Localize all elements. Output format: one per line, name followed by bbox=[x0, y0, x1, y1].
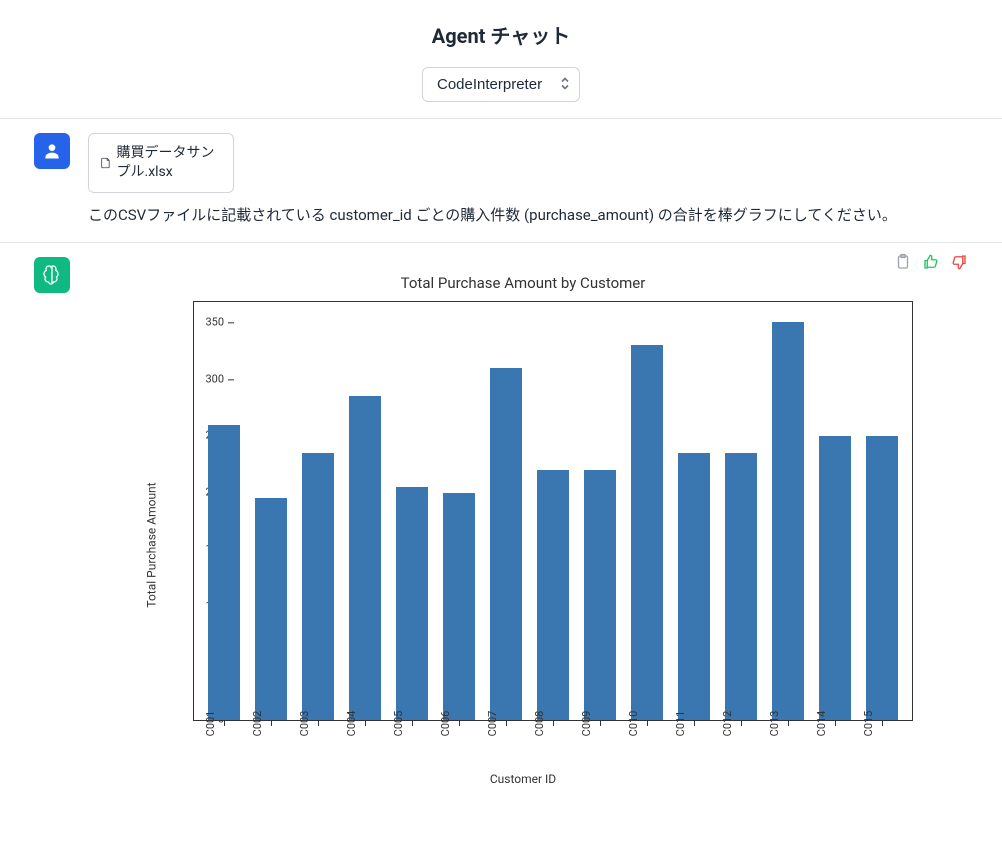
chart-bar-slot: C013 bbox=[765, 302, 812, 720]
chart-bar bbox=[255, 498, 287, 719]
chart-bar bbox=[772, 322, 804, 719]
chart-bar-slot: C014 bbox=[812, 302, 859, 720]
chart-xtick-label: C009 bbox=[578, 711, 597, 737]
file-name: 購買データサンプル.xlsx bbox=[117, 144, 221, 182]
chart-xtick-mark bbox=[459, 720, 460, 726]
chart-xtick-mark bbox=[412, 720, 413, 726]
chart-xtick-label: C012 bbox=[719, 711, 738, 737]
chart-bar bbox=[537, 470, 569, 720]
chart-bar-slot: C010 bbox=[624, 302, 671, 720]
chart-xtick-label: C005 bbox=[390, 711, 409, 737]
chart-bar-slot: C007 bbox=[482, 302, 529, 720]
message-actions bbox=[894, 253, 968, 271]
user-message-text: このCSVファイルに記載されている customer_id ごとの購入件数 (p… bbox=[88, 203, 968, 229]
chart-bar-slot: C006 bbox=[435, 302, 482, 720]
chart-xtick-mark bbox=[788, 720, 789, 726]
chart-bars: C001C002C003C004C005C006C007C008C009C010… bbox=[194, 302, 912, 720]
thumbs-up-button[interactable] bbox=[922, 253, 940, 271]
chart-bar-slot: C011 bbox=[671, 302, 718, 720]
chart-xtick-label: C001 bbox=[201, 711, 220, 737]
chart-xtick-mark bbox=[553, 720, 554, 726]
brain-icon bbox=[40, 263, 64, 287]
chart-axes: 050100150200250300350 C001C002C003C004C0… bbox=[193, 301, 913, 721]
chart-bar bbox=[678, 453, 710, 720]
chart-bar bbox=[819, 436, 851, 720]
copy-button[interactable] bbox=[894, 253, 912, 271]
chart-xtick-label: C015 bbox=[860, 711, 879, 737]
chart-xtick-mark bbox=[835, 720, 836, 726]
chart-bar-slot: C009 bbox=[577, 302, 624, 720]
chart-bar bbox=[443, 493, 475, 720]
file-icon bbox=[101, 155, 111, 171]
chart-xtick-mark bbox=[600, 720, 601, 726]
chart-bar bbox=[396, 487, 428, 720]
chart-bar-slot: C003 bbox=[294, 302, 341, 720]
chart-xtick-mark bbox=[694, 720, 695, 726]
chart-xtick-mark bbox=[882, 720, 883, 726]
chart-xtick-label: C006 bbox=[437, 711, 456, 737]
user-icon bbox=[42, 141, 62, 161]
agent-message-content: Total Purchase Amount by Customer Total … bbox=[88, 257, 968, 813]
user-message-content: 購買データサンプル.xlsx このCSVファイルに記載されている custome… bbox=[88, 133, 968, 228]
chart-bar-slot: C001 bbox=[200, 302, 247, 720]
chart-xtick-label: C004 bbox=[343, 711, 362, 737]
chart-bar bbox=[208, 425, 240, 720]
thumbs-down-button[interactable] bbox=[950, 253, 968, 271]
chart-xtick-label: C011 bbox=[672, 711, 691, 737]
chart-xtick-label: C010 bbox=[625, 711, 644, 737]
chart-bar-slot: C008 bbox=[529, 302, 576, 720]
chart-frame: Total Purchase Amount 050100150200250300… bbox=[133, 301, 913, 789]
chart-xtick-label: C008 bbox=[531, 711, 550, 737]
thumbs-up-icon bbox=[922, 253, 940, 271]
chart-bar-slot: C005 bbox=[388, 302, 435, 720]
chart-bar bbox=[490, 368, 522, 720]
chart-xtick-label: C014 bbox=[813, 711, 832, 737]
chart-xtick-mark bbox=[224, 720, 225, 726]
file-attachment[interactable]: 購買データサンプル.xlsx bbox=[88, 133, 234, 193]
chart-xtick-mark bbox=[365, 720, 366, 726]
chart-bar bbox=[725, 453, 757, 720]
agent-avatar bbox=[34, 257, 70, 293]
chart-xtick-mark bbox=[506, 720, 507, 726]
chart-bar-slot: C015 bbox=[859, 302, 906, 720]
chart-xtick-label: C002 bbox=[248, 711, 267, 737]
chart-xtick-label: C003 bbox=[295, 711, 314, 737]
header: Agent チャット CodeInterpreter bbox=[0, 0, 1002, 118]
agent-message-row: Total Purchase Amount by Customer Total … bbox=[0, 242, 1002, 837]
chart-title: Total Purchase Amount by Customer bbox=[98, 265, 948, 301]
chart-bar-slot: C012 bbox=[718, 302, 765, 720]
chart-xtick-mark bbox=[647, 720, 648, 726]
chart-bar bbox=[302, 453, 334, 720]
chart-bar bbox=[631, 345, 663, 720]
thumbs-down-icon bbox=[950, 253, 968, 271]
chart-bar-slot: C002 bbox=[247, 302, 294, 720]
chart-bar bbox=[584, 470, 616, 720]
chart-xtick-mark bbox=[271, 720, 272, 726]
chart-output: Total Purchase Amount by Customer Total … bbox=[88, 257, 968, 813]
user-message-row: 購買データサンプル.xlsx このCSVファイルに記載されている custome… bbox=[0, 118, 1002, 242]
agent-select[interactable]: CodeInterpreter bbox=[422, 67, 580, 102]
chart-xtick-mark bbox=[741, 720, 742, 726]
chart-xlabel: Customer ID bbox=[133, 769, 913, 789]
chart-bar bbox=[866, 436, 898, 720]
user-avatar bbox=[34, 133, 70, 169]
agent-select-wrap: CodeInterpreter bbox=[422, 67, 580, 102]
clipboard-icon bbox=[894, 253, 912, 271]
chart-xtick-label: C013 bbox=[766, 711, 785, 737]
chart-bar-slot: C004 bbox=[341, 302, 388, 720]
chart-xtick-mark bbox=[318, 720, 319, 726]
chart-ylabel: Total Purchase Amount bbox=[141, 482, 161, 607]
page-title: Agent チャット bbox=[0, 20, 1002, 49]
chart-bar bbox=[349, 396, 381, 720]
chart-xtick-label: C007 bbox=[484, 711, 503, 737]
